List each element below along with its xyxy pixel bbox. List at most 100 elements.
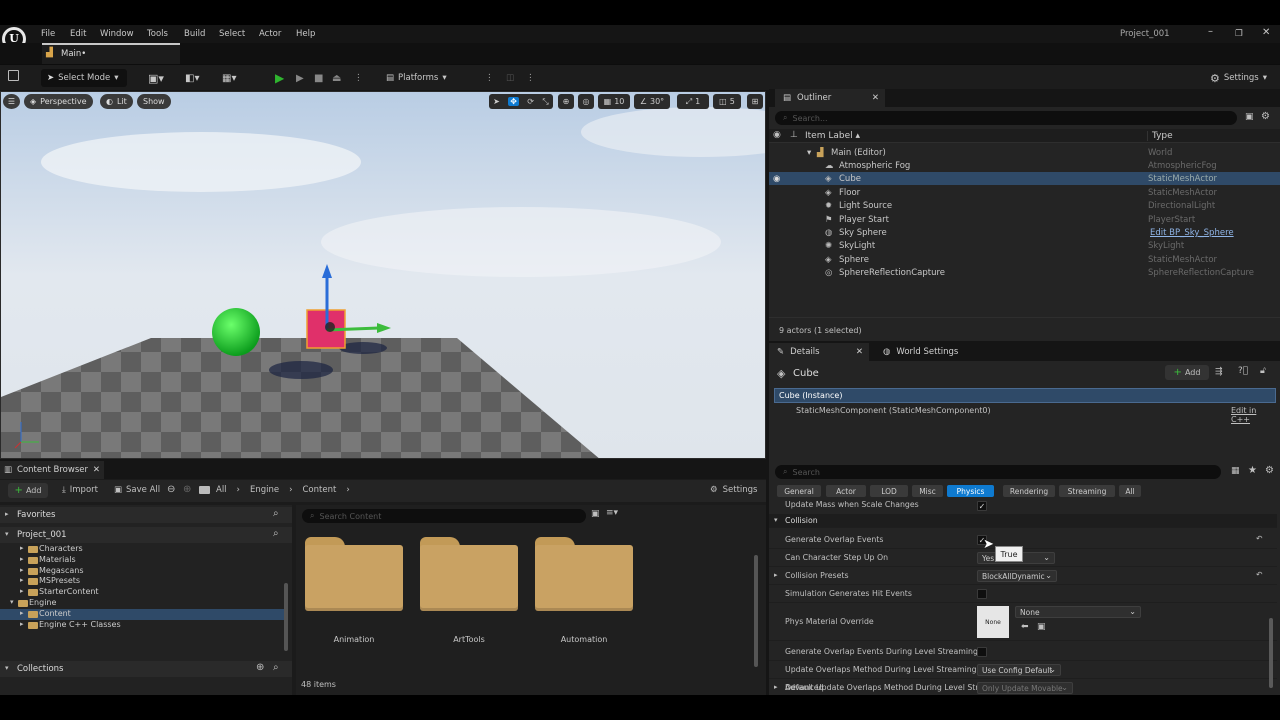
star-icon[interactable]: ★ [1248, 465, 1257, 476]
menu-help[interactable]: Help [296, 29, 315, 39]
expand-icon[interactable]: ▸ [20, 544, 24, 552]
menu-select[interactable]: Select [219, 29, 245, 39]
advanced-row[interactable]: ▸ Advanced [769, 681, 1277, 695]
settings-button[interactable]: ⚙ Settings ▾ [1210, 69, 1267, 87]
breadcrumb-all[interactable]: All [216, 485, 227, 495]
more-options-icon[interactable]: ⋮ [485, 69, 494, 87]
visibility-column-icon[interactable]: ◉ [773, 130, 781, 140]
tree-item[interactable]: ▸ Characters [0, 544, 284, 555]
expand-icon[interactable]: ▸ [20, 620, 24, 628]
play-advance-icon[interactable]: ▶ [296, 69, 304, 87]
search-icon[interactable]: ⌕ [273, 528, 279, 539]
instance-row[interactable]: Cube (Instance) [774, 388, 1276, 403]
details-scrollbar[interactable] [1269, 618, 1273, 688]
level-tab[interactable]: ▟ Main• [42, 43, 180, 64]
expand-icon[interactable]: ▸ [20, 576, 24, 584]
category-tab-rendering[interactable]: Rendering [1003, 485, 1055, 497]
add-button[interactable]: + Add [8, 483, 48, 498]
outliner-row[interactable]: ◈ Sphere StaticMeshActor [769, 253, 1280, 266]
viewport-menu-icon[interactable]: ☰ [3, 94, 20, 109]
lock-icon[interactable]: 🔓︎ [1260, 366, 1266, 376]
select-mode-dropdown[interactable]: ➤ Select Mode ▾ [41, 69, 127, 87]
world-settings-tab[interactable]: ◍ World Settings [875, 347, 966, 357]
pin-column-icon[interactable]: ⊥ [790, 130, 798, 140]
close-tab-icon[interactable]: ✕ [93, 465, 100, 475]
grid-snap-button[interactable]: ▦ 10 [598, 94, 630, 109]
play-icon[interactable]: ▶ [275, 69, 284, 87]
folder-tile[interactable] [535, 537, 633, 611]
filter-icon[interactable]: ≡▾ [606, 508, 618, 518]
expand-icon[interactable]: ▸ [20, 587, 24, 595]
asset-scrollbar[interactable] [754, 555, 758, 667]
history-forward-icon[interactable]: ⊕ [183, 484, 191, 495]
details-tab[interactable]: ✎ Details ✕ [769, 343, 869, 361]
menu-window[interactable]: Window [100, 29, 134, 39]
content-settings-button[interactable]: ⚙ Settings [710, 485, 758, 495]
table-view-icon[interactable]: ▦ [1231, 466, 1240, 476]
cinematics-icon[interactable]: ▦▾ [222, 69, 236, 87]
use-selected-icon[interactable]: ⬅ [1021, 622, 1029, 632]
tree-item[interactable]: ▸ Materials [0, 555, 284, 566]
add-collection-icon[interactable]: ⊕ [256, 662, 264, 673]
expand-icon[interactable]: ▸ [774, 571, 778, 579]
tree-item[interactable]: ▸ MSPresets [0, 576, 284, 587]
project-header[interactable]: ▾ Project_001 ⌕ [0, 527, 292, 543]
category-tab-streaming[interactable]: Streaming [1059, 485, 1115, 497]
eye-icon[interactable]: ◉ [773, 174, 780, 184]
details-search-input[interactable]: ⌕ Search [775, 465, 1221, 479]
more-options-icon[interactable]: ⋮ [526, 69, 535, 87]
world-local-icon[interactable]: ⊕ [558, 94, 574, 109]
select-tool-icon[interactable]: ➤ [493, 97, 500, 106]
menu-tools[interactable]: Tools [147, 29, 168, 39]
outliner-row[interactable]: ☁ Atmospheric Fog AtmosphericFog [769, 159, 1280, 172]
breadcrumb-engine[interactable]: Engine [250, 485, 279, 495]
favorites-header[interactable]: ▸ Favorites ⌕ [0, 507, 292, 523]
show-button[interactable]: Show [137, 94, 171, 109]
category-tab-physics[interactable]: Physics [947, 485, 994, 497]
outliner-root-row[interactable]: ▾ ▟ Main (Editor) World [769, 146, 1280, 159]
category-tab-lod[interactable]: LOD [870, 485, 908, 497]
save-all-button[interactable]: ▣ Save All [114, 485, 160, 495]
tree-item[interactable]: ▸ Content [0, 608, 284, 620]
update-mass-checkbox[interactable]: ✓ [977, 501, 987, 511]
scale-tool-icon[interactable]: ⤡ [542, 97, 548, 107]
folder-tile[interactable] [420, 537, 518, 611]
outliner-row[interactable]: ◍ Sky Sphere Edit BP_Sky_Sphere [769, 226, 1280, 239]
translate-tool-icon[interactable]: ✥ [508, 97, 519, 106]
collections-header[interactable]: ▾ Collections ⊕ ⌕ [0, 661, 292, 677]
restore-icon[interactable]: ❐ [1235, 29, 1243, 39]
close-icon[interactable]: ✕ [1262, 27, 1270, 38]
save-icon[interactable] [8, 70, 19, 81]
lit-button[interactable]: ◐ Lit [100, 94, 133, 109]
expand-icon[interactable]: ▸ [20, 555, 24, 563]
minimize-icon[interactable]: – [1208, 26, 1213, 37]
menu-actor[interactable]: Actor [259, 29, 281, 39]
folder-tile[interactable] [305, 537, 403, 611]
sim-hit-events-checkbox[interactable] [977, 589, 987, 599]
browse-icon[interactable]: ▣ [1037, 622, 1046, 632]
tree-item[interactable]: ▾ Engine [0, 598, 284, 609]
add-folder-icon[interactable]: ▣ [1245, 112, 1254, 122]
import-button[interactable]: ⤓ Import [62, 485, 98, 495]
category-tab-actor[interactable]: Actor [826, 485, 866, 497]
outliner-row[interactable]: ◎ SphereReflectionCapture SphereReflection… [769, 266, 1280, 279]
reset-icon[interactable]: ↶ [1256, 570, 1263, 579]
outliner-row[interactable]: ⚑ Player Start PlayerStart [769, 213, 1280, 226]
expand-icon[interactable]: ▸ [20, 566, 24, 574]
collapse-icon[interactable]: ▾ [10, 598, 14, 606]
category-tab-general[interactable]: General [777, 485, 821, 497]
expand-icon[interactable]: ▸ [20, 609, 24, 617]
play-options-icon[interactable]: ⋮ [354, 69, 363, 87]
gear-icon[interactable]: ⚙ [1261, 111, 1270, 122]
sphere-actor[interactable] [212, 308, 260, 356]
rotate-tool-icon[interactable]: ⟳ [527, 97, 534, 106]
collision-category[interactable]: ▾ Collision [769, 514, 1277, 528]
rotation-snap-button[interactable]: ∠ 30° [634, 94, 670, 109]
type-column[interactable]: Type [1147, 131, 1173, 141]
tree-scrollbar[interactable] [284, 583, 288, 651]
perspective-button[interactable]: ◈ Perspective [24, 94, 93, 109]
phys-material-thumbnail[interactable]: None [977, 606, 1009, 638]
outliner-row[interactable]: ◈ Floor StaticMeshActor [769, 186, 1280, 199]
menu-build[interactable]: Build [184, 29, 205, 39]
update-overlaps-dropdown[interactable]: Use Config Default ⌄ [977, 664, 1061, 676]
